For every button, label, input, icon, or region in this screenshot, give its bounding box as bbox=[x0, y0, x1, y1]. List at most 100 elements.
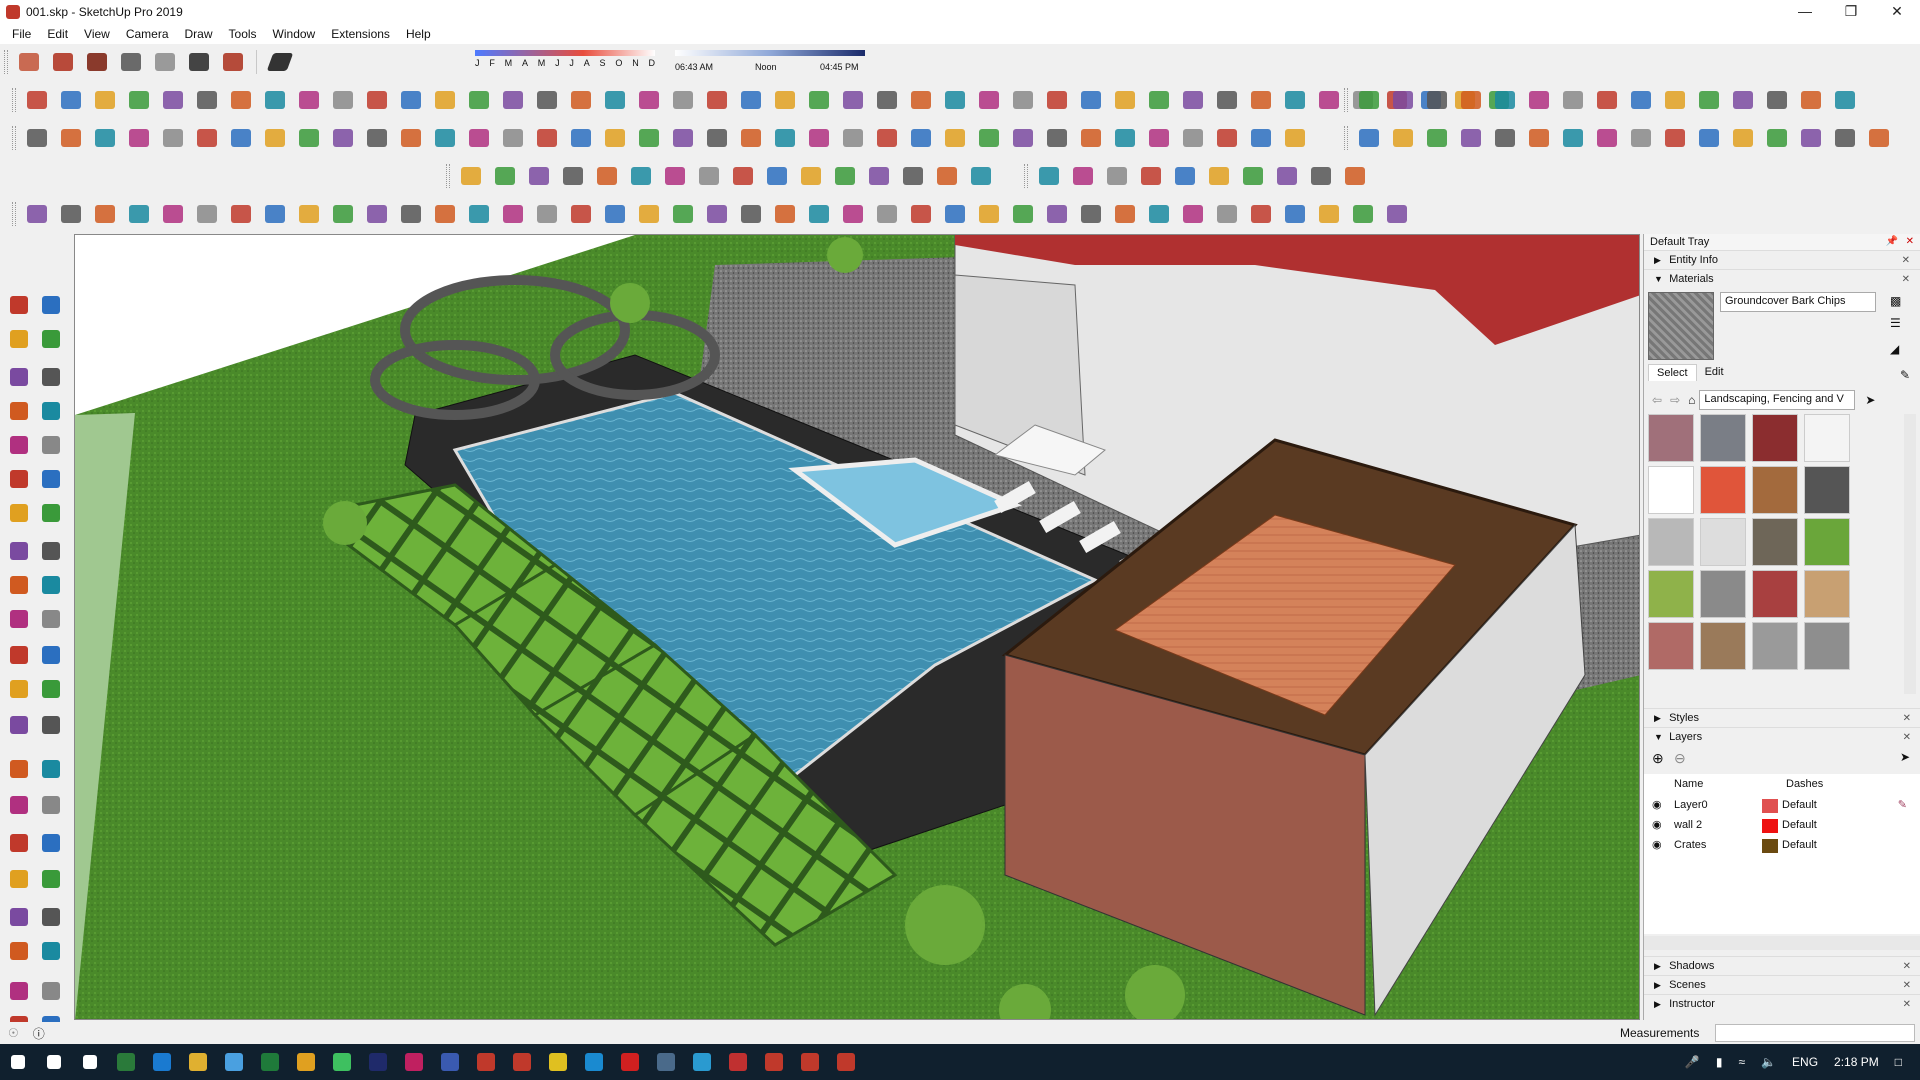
tool-button-icon[interactable] bbox=[1865, 124, 1893, 152]
tool-button-icon[interactable] bbox=[1559, 86, 1587, 114]
tool-button-icon[interactable] bbox=[567, 86, 595, 114]
material-swatch[interactable] bbox=[1804, 570, 1850, 618]
sample-paint-icon[interactable]: ✎ bbox=[1900, 368, 1910, 382]
layer-row[interactable]: ◉ Crates Default bbox=[1644, 836, 1920, 856]
shadow-toggle-icon[interactable] bbox=[266, 48, 294, 76]
tool-button-icon[interactable] bbox=[125, 124, 153, 152]
tool-button-icon[interactable] bbox=[771, 86, 799, 114]
taskbar-app-icon[interactable] bbox=[468, 1044, 504, 1080]
top-view-icon[interactable] bbox=[49, 48, 77, 76]
tool-button-icon[interactable] bbox=[1111, 200, 1139, 228]
tool-button-icon[interactable] bbox=[941, 200, 969, 228]
tool-button-icon[interactable] bbox=[1247, 86, 1275, 114]
tool-button-icon[interactable] bbox=[1213, 200, 1241, 228]
tool-button-icon[interactable] bbox=[1179, 124, 1207, 152]
tool-button-icon[interactable] bbox=[1831, 124, 1859, 152]
tool-button-icon[interactable] bbox=[1525, 124, 1553, 152]
tool-button-icon[interactable] bbox=[1179, 200, 1207, 228]
palette-tool-icon[interactable] bbox=[6, 830, 32, 856]
material-swatch[interactable] bbox=[1700, 570, 1746, 618]
tool-button-icon[interactable] bbox=[1729, 124, 1757, 152]
palette-tool-icon[interactable] bbox=[6, 904, 32, 930]
tool-button-icon[interactable] bbox=[899, 162, 927, 190]
palette-tool-icon[interactable] bbox=[38, 398, 64, 424]
palette-tool-icon[interactable] bbox=[6, 606, 32, 632]
layer-color-swatch[interactable] bbox=[1762, 839, 1778, 853]
minimize-icon[interactable]: — bbox=[1782, 0, 1828, 24]
close-icon[interactable]: ✕ bbox=[1906, 234, 1914, 250]
palette-tool-icon[interactable] bbox=[38, 904, 64, 930]
tool-button-icon[interactable] bbox=[907, 124, 935, 152]
tool-button-icon[interactable] bbox=[533, 124, 561, 152]
right-view-icon[interactable] bbox=[117, 48, 145, 76]
panel-entity-info[interactable]: ▶ Entity Info ✕ bbox=[1644, 250, 1920, 269]
material-swatch[interactable] bbox=[1648, 622, 1694, 670]
material-swatch[interactable] bbox=[1804, 518, 1850, 566]
menu-extensions[interactable]: Extensions bbox=[323, 27, 398, 41]
palette-tool-icon[interactable] bbox=[38, 712, 64, 738]
close-icon[interactable]: ✕ bbox=[1902, 270, 1910, 289]
tool-button-icon[interactable] bbox=[23, 86, 51, 114]
layer-color-swatch[interactable] bbox=[1762, 799, 1778, 813]
tool-button-icon[interactable] bbox=[1043, 86, 1071, 114]
tool-button-icon[interactable] bbox=[1491, 86, 1519, 114]
tool-button-icon[interactable] bbox=[627, 162, 655, 190]
left-view-icon[interactable] bbox=[185, 48, 213, 76]
palette-tool-icon[interactable] bbox=[6, 866, 32, 892]
tool-button-icon[interactable] bbox=[1729, 86, 1757, 114]
tool-button-icon[interactable] bbox=[1077, 86, 1105, 114]
home-icon[interactable]: ⌂ bbox=[1688, 393, 1695, 407]
material-swatch[interactable] bbox=[1752, 570, 1798, 618]
tool-button-icon[interactable] bbox=[1389, 124, 1417, 152]
palette-tool-icon[interactable] bbox=[38, 642, 64, 668]
tool-button-icon[interactable] bbox=[601, 124, 629, 152]
taskbar-app-icon[interactable] bbox=[792, 1044, 828, 1080]
measurements-field[interactable] bbox=[1715, 1024, 1915, 1042]
tool-button-icon[interactable] bbox=[261, 200, 289, 228]
tool-button-icon[interactable] bbox=[91, 200, 119, 228]
tool-button-icon[interactable] bbox=[1213, 124, 1241, 152]
tool-button-icon[interactable] bbox=[125, 86, 153, 114]
palette-tool-icon[interactable] bbox=[38, 792, 64, 818]
tool-button-icon[interactable] bbox=[865, 162, 893, 190]
taskbar-app-icon[interactable] bbox=[648, 1044, 684, 1080]
tool-button-icon[interactable] bbox=[635, 124, 663, 152]
menu-view[interactable]: View bbox=[76, 27, 118, 41]
taskbar-app-icon[interactable] bbox=[828, 1044, 864, 1080]
tool-button-icon[interactable] bbox=[1525, 86, 1553, 114]
tool-button-icon[interactable] bbox=[805, 86, 833, 114]
palette-tool-icon[interactable] bbox=[6, 538, 32, 564]
tool-button-icon[interactable] bbox=[57, 124, 85, 152]
material-swatch[interactable] bbox=[1752, 414, 1798, 462]
taskbar-app-icon[interactable] bbox=[288, 1044, 324, 1080]
palette-tool-icon[interactable] bbox=[6, 792, 32, 818]
palette-tool-icon[interactable] bbox=[38, 466, 64, 492]
material-swatch[interactable] bbox=[1804, 622, 1850, 670]
palette-tool-icon[interactable] bbox=[6, 432, 32, 458]
tool-button-icon[interactable] bbox=[1281, 124, 1309, 152]
tool-button-icon[interactable] bbox=[397, 124, 425, 152]
tool-button-icon[interactable] bbox=[499, 86, 527, 114]
tool-button-icon[interactable] bbox=[57, 86, 85, 114]
start-icon[interactable] bbox=[0, 1044, 36, 1080]
material-swatch[interactable] bbox=[1752, 622, 1798, 670]
tool-button-icon[interactable] bbox=[499, 200, 527, 228]
layer-color-swatch[interactable] bbox=[1762, 819, 1778, 833]
tool-button-icon[interactable] bbox=[831, 162, 859, 190]
tool-button-icon[interactable] bbox=[567, 124, 595, 152]
palette-tool-icon[interactable] bbox=[38, 756, 64, 782]
tool-button-icon[interactable] bbox=[1491, 124, 1519, 152]
tool-button-icon[interactable] bbox=[805, 124, 833, 152]
tool-button-icon[interactable] bbox=[1043, 124, 1071, 152]
palette-tool-icon[interactable] bbox=[38, 978, 64, 1004]
tool-button-icon[interactable] bbox=[669, 86, 697, 114]
visibility-eye-icon[interactable]: ◉ bbox=[1652, 838, 1662, 851]
palette-tool-icon[interactable] bbox=[6, 326, 32, 352]
tool-button-icon[interactable] bbox=[1111, 124, 1139, 152]
material-swatch[interactable] bbox=[1648, 518, 1694, 566]
tool-button-icon[interactable] bbox=[1137, 162, 1165, 190]
taskbar-app-icon[interactable] bbox=[756, 1044, 792, 1080]
material-swatch[interactable] bbox=[1700, 622, 1746, 670]
tool-button-icon[interactable] bbox=[873, 200, 901, 228]
tool-button-icon[interactable] bbox=[397, 200, 425, 228]
